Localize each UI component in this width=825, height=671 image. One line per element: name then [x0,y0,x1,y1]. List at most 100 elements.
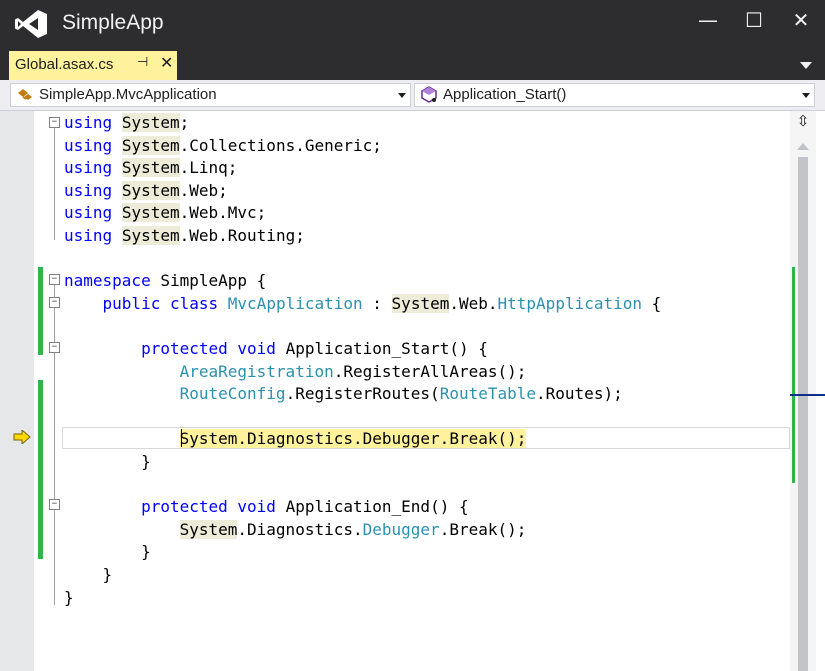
code-line[interactable]: using System; [64,112,189,134]
keyword-token: using [64,203,113,223]
keyword-token: using [64,158,113,178]
class-icon [18,89,32,100]
code-line[interactable]: System.Diagnostics.Debugger.Break(); [64,428,527,450]
type-combo[interactable]: SimpleApp.MvcApplication [10,83,411,107]
code-line[interactable]: using System.Web; [64,180,228,202]
scroll-up-arrow-icon[interactable] [797,143,809,150]
type-token: HttpApplication [497,293,643,313]
code-token: .Web.Mvc; [179,203,267,223]
namespace-token: System [121,203,180,223]
text-caret [181,429,182,447]
keyword-token: using [64,113,113,132]
keyword-token: protected [141,497,228,517]
code-token: : [362,293,392,313]
code-token: Application_End() { [275,497,469,517]
collapse-toggle[interactable]: − [49,117,60,128]
title-bar: SimpleApp — ☐ ✕ [0,0,825,46]
code-line[interactable]: public class MvcApplication : System.Web… [64,293,661,315]
code-line[interactable]: namespace SimpleApp { [64,270,266,292]
code-token: .RegisterAllAreas(); [333,361,527,381]
code-token: } [64,542,151,562]
namespace-token: System [121,135,180,155]
code-token: ; [179,113,190,132]
type-token: Debugger [362,519,440,539]
close-window-button[interactable]: ✕ [783,6,819,34]
method-icon [421,86,437,103]
scrollbar-caret-marker [790,394,825,396]
code-token: .Diagnostics. [237,519,363,539]
collapse-toggle[interactable]: − [49,297,60,308]
member-combo[interactable]: Application_Start() [414,83,815,107]
keyword-token: public [102,293,161,313]
code-line[interactable]: AreaRegistration.RegisterAllAreas(); [64,361,527,383]
code-line[interactable]: } [64,541,151,563]
collapse-toggle[interactable]: − [49,274,60,285]
type-token: MvcApplication [227,293,363,313]
outline-guide [54,510,55,550]
scrollbar-thumb[interactable] [798,157,808,671]
tab-global-asax-cs[interactable]: Global.asax.cs ⊣ ✕ [9,51,177,80]
chevron-down-icon [802,93,810,98]
namespace-token: System [121,180,180,200]
namespace-token: System [121,158,180,178]
current-statement-arrow-icon [13,430,31,444]
chevron-down-icon [398,93,406,98]
keyword-token: void [237,497,276,517]
code-line[interactable]: } [64,564,113,586]
outline-guide [54,128,55,240]
code-token: .Collections.Generic; [179,135,382,155]
keyword-token: using [64,180,113,200]
code-line[interactable]: using System.Web.Routing; [64,225,305,247]
code-token: .Web.Routing; [179,226,305,245]
code-token: SimpleApp { [150,271,267,291]
tab-overflow-dropdown-icon[interactable] [800,60,812,70]
keyword-token: namespace [64,271,151,291]
change-marker [38,380,43,559]
code-token: Application_Start() { [275,339,488,358]
split-window-icon[interactable]: ⇳ [794,112,812,130]
keyword-token: class [169,293,219,313]
minimize-button[interactable]: — [690,6,726,34]
close-tab-icon[interactable]: ✕ [160,53,173,72]
code-line[interactable]: using System.Linq; [64,157,237,179]
keyword-token: using [64,226,113,245]
scrollbar-change-marker [792,349,795,483]
code-token: .Break(); [439,519,527,539]
collapse-toggle[interactable]: − [49,499,60,510]
code-line[interactable]: System.Diagnostics.Debugger.Break(); [64,519,526,541]
code-line[interactable]: } [64,451,151,473]
keyword-token: void [237,339,276,358]
code-line[interactable]: protected void Application_End() { [64,496,469,518]
type-token: AreaRegistration [179,361,334,381]
member-combo-label: Application_Start() [443,86,567,103]
change-marker [38,267,43,355]
code-line[interactable]: RouteConfig.RegisterRoutes(RouteTable.Ro… [64,383,623,405]
vertical-scrollbar[interactable]: ⇳ [790,111,825,671]
maximize-button[interactable]: ☐ [736,6,772,34]
code-token: } [64,565,113,584]
code-token: { [642,293,662,313]
code-token: .Web; [179,180,228,200]
pin-tab-icon[interactable]: ⊣ [137,55,148,70]
code-line[interactable]: using System.Web.Mvc; [64,202,266,224]
namespace-token: System [391,293,450,313]
code-line[interactable]: } [64,587,74,609]
code-line[interactable]: protected void Application_Start() { [64,338,488,360]
code-line[interactable]: using System.Collections.Generic; [64,135,382,157]
indicator-margin[interactable] [0,111,34,671]
namespace-token: System [121,113,180,132]
code-token: } [64,452,151,471]
code-editor[interactable]: − − − − − using System; using System.Coll… [0,111,825,671]
collapse-toggle[interactable]: − [49,342,60,353]
